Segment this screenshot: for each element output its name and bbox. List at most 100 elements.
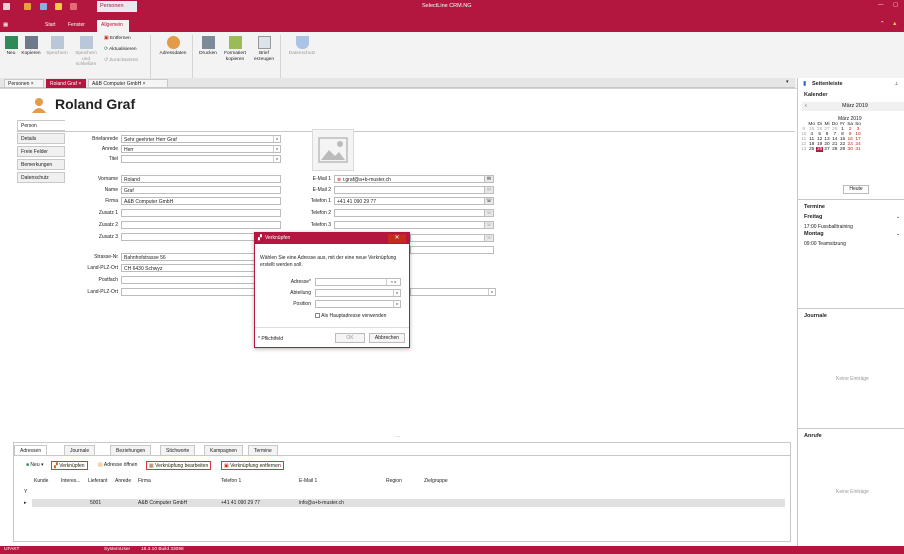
zusatz2-field[interactable] xyxy=(121,221,281,229)
zuruecksetzen-button[interactable]: ↺ Zurücksetzen xyxy=(104,58,148,64)
calendar-day[interactable]: 25 xyxy=(807,147,816,152)
photo-placeholder[interactable] xyxy=(312,129,354,171)
speichern-button[interactable]: Speichern xyxy=(43,36,71,57)
position-select[interactable]: v xyxy=(315,300,401,308)
calendar-day[interactable]: 30 xyxy=(846,147,854,152)
context-tab[interactable]: Personen xyxy=(97,1,137,12)
calendar-day[interactable]: 27 xyxy=(823,147,830,152)
col-telefon1[interactable]: Telefon 1 xyxy=(221,478,241,484)
titel-select[interactable]: v xyxy=(121,155,281,163)
quick-access-icon[interactable] xyxy=(55,3,62,10)
tab-termine[interactable]: Termine xyxy=(248,445,278,455)
calendar-day[interactable]: 26 xyxy=(816,147,824,152)
tab-roland-graf[interactable]: Roland Graf × xyxy=(46,79,86,88)
minimize-icon[interactable]: — xyxy=(878,2,884,8)
datenschutz-button[interactable]: Datenschutz xyxy=(284,36,320,57)
col-region[interactable]: Region xyxy=(386,478,402,484)
tab-start[interactable]: Start xyxy=(45,22,56,28)
entfernen-button[interactable]: ▣ Entfernen xyxy=(104,36,144,42)
verknuepfung-bearbeiten-button[interactable]: ▦ Verknüpfung bearbeiten xyxy=(146,461,212,470)
kopieren-button[interactable]: Kopieren xyxy=(19,36,43,57)
filter-icon[interactable]: Y xyxy=(24,489,27,495)
tab-allgemein[interactable]: Allgemein xyxy=(97,20,129,32)
freitag-heading[interactable]: Freitag xyxy=(804,214,822,220)
firma-field[interactable]: A&B Computer GmbH xyxy=(121,197,281,205)
collapse-ribbon-icon[interactable]: ⌃ xyxy=(880,21,885,27)
phone-icon[interactable]: ☏ xyxy=(484,222,493,228)
zusatz1-field[interactable] xyxy=(121,209,281,217)
tab-personen[interactable]: Personen × xyxy=(4,79,44,88)
abbrechen-button[interactable]: Abbrechen xyxy=(369,333,405,343)
adressdaten-button[interactable]: Adressdaten xyxy=(158,36,188,57)
checkbox-icon[interactable] xyxy=(315,313,320,319)
hidden-select[interactable]: v xyxy=(410,288,496,296)
chevron-down-icon[interactable]: ⌄ xyxy=(896,214,900,220)
close-icon[interactable]: × xyxy=(78,81,81,87)
adresse-select[interactable]: × v xyxy=(315,278,401,286)
adresse-oeffnen-button[interactable]: ▤ Adresse öffnen xyxy=(96,461,139,470)
quick-access-icon[interactable] xyxy=(24,3,31,10)
ok-button[interactable]: OK xyxy=(335,333,365,343)
briefanrede-select[interactable]: Sehr geehrter Herr Graf v xyxy=(121,135,281,143)
col-email1[interactable]: E-Mail 1 xyxy=(299,478,317,484)
tab-journale[interactable]: Journale xyxy=(64,445,96,455)
phone-icon[interactable]: ☏ xyxy=(484,235,493,241)
chevron-down-icon[interactable]: ⌄ xyxy=(896,231,900,237)
pin-icon[interactable]: ⊥ xyxy=(894,81,898,87)
heute-button[interactable]: Heute xyxy=(843,185,869,194)
mail-icon[interactable]: ✉ xyxy=(484,176,493,182)
name-field[interactable]: Graf xyxy=(121,186,281,194)
quick-access-icon[interactable] xyxy=(40,3,47,10)
tab-stichworte[interactable]: Stichworte xyxy=(160,445,196,455)
abteilung-select[interactable]: v xyxy=(315,289,401,297)
vorname-field[interactable]: Roland xyxy=(121,175,281,183)
col-interessent[interactable]: Interes... xyxy=(61,478,80,484)
tab-ab-computer[interactable]: A&B Computer GmbH × xyxy=(88,79,168,88)
chevron-left-icon[interactable]: ‹ xyxy=(805,103,807,109)
close-icon[interactable]: × xyxy=(31,81,34,87)
close-icon[interactable]: × xyxy=(143,81,146,87)
hidden-field[interactable] xyxy=(410,246,494,254)
file-menu-icon[interactable]: ▦ xyxy=(3,22,8,28)
calendar-day[interactable]: 29 xyxy=(839,147,846,152)
calendar-day[interactable]: 28 xyxy=(831,147,839,152)
tab-fenster[interactable]: Fenster xyxy=(68,22,85,28)
notification-icon[interactable]: ▲ xyxy=(892,21,897,27)
col-zielgruppe[interactable]: Zielgruppe xyxy=(424,478,448,484)
telefon1-field[interactable]: +41 41 090 29 77 ☏ xyxy=(334,197,494,205)
calendar-day[interactable]: 31 xyxy=(854,147,862,152)
tab-list-chevron-icon[interactable]: ▾ xyxy=(786,79,789,85)
col-kunde[interactable]: Kunde xyxy=(34,478,48,484)
tab-beziehungen[interactable]: Beziehungen xyxy=(110,445,152,455)
hidden-field[interactable]: ☏ xyxy=(410,234,494,242)
verknuepfen-button[interactable]: ▞ Verknüpfen xyxy=(51,461,88,470)
phone-icon[interactable]: ☏ xyxy=(484,210,493,216)
col-anrede[interactable]: Anrede xyxy=(115,478,131,484)
termin-item[interactable]: 17:00 Fussballtraining xyxy=(804,224,853,230)
aktualisieren-button[interactable]: ⟳ Aktualisieren xyxy=(104,47,148,53)
speichern-schliessen-button[interactable]: Speichern und schließen xyxy=(72,36,100,68)
montag-heading[interactable]: Montag xyxy=(804,231,824,237)
phone-icon[interactable]: ☏ xyxy=(484,198,493,204)
splitter-grip[interactable]: .... xyxy=(395,433,401,439)
neu-dropdown-button[interactable]: ■ Neu ▾ xyxy=(24,461,46,470)
formatiert-kopieren-button[interactable]: Formatiert kopieren xyxy=(219,36,251,62)
maximize-icon[interactable]: ▢ xyxy=(893,2,898,8)
anrede-select[interactable]: Herr v xyxy=(121,145,281,153)
brief-erzeugen-button[interactable]: Brief erzeugen xyxy=(252,36,276,62)
close-icon[interactable]: ✕ xyxy=(388,234,406,243)
verknuepfung-entfernen-button[interactable]: ▣ Verknüpfung entfernen xyxy=(221,461,284,470)
col-lieferant[interactable]: Lieferant xyxy=(88,478,107,484)
nav-person[interactable]: Person xyxy=(17,120,65,131)
mail-icon[interactable]: ✉ xyxy=(484,187,493,193)
email1-field[interactable]: ⊗ r.graf@a+b-muster.ch ✉ xyxy=(334,175,494,183)
phone-icon[interactable] xyxy=(70,3,77,10)
drucken-button[interactable]: Drucken xyxy=(197,36,219,57)
telefon3-field[interactable]: ☏ xyxy=(334,221,494,229)
termin-item[interactable]: 09:00 Teamsitzung xyxy=(804,241,846,247)
telefon2-field[interactable]: ☏ xyxy=(334,209,494,217)
col-firma[interactable]: Firma xyxy=(138,478,151,484)
hauptadresse-checkbox[interactable]: Als Hauptadresse verwenden xyxy=(315,313,386,319)
email2-field[interactable]: ✉ xyxy=(334,186,494,194)
tab-kampagnen[interactable]: Kampagnen xyxy=(204,445,243,455)
